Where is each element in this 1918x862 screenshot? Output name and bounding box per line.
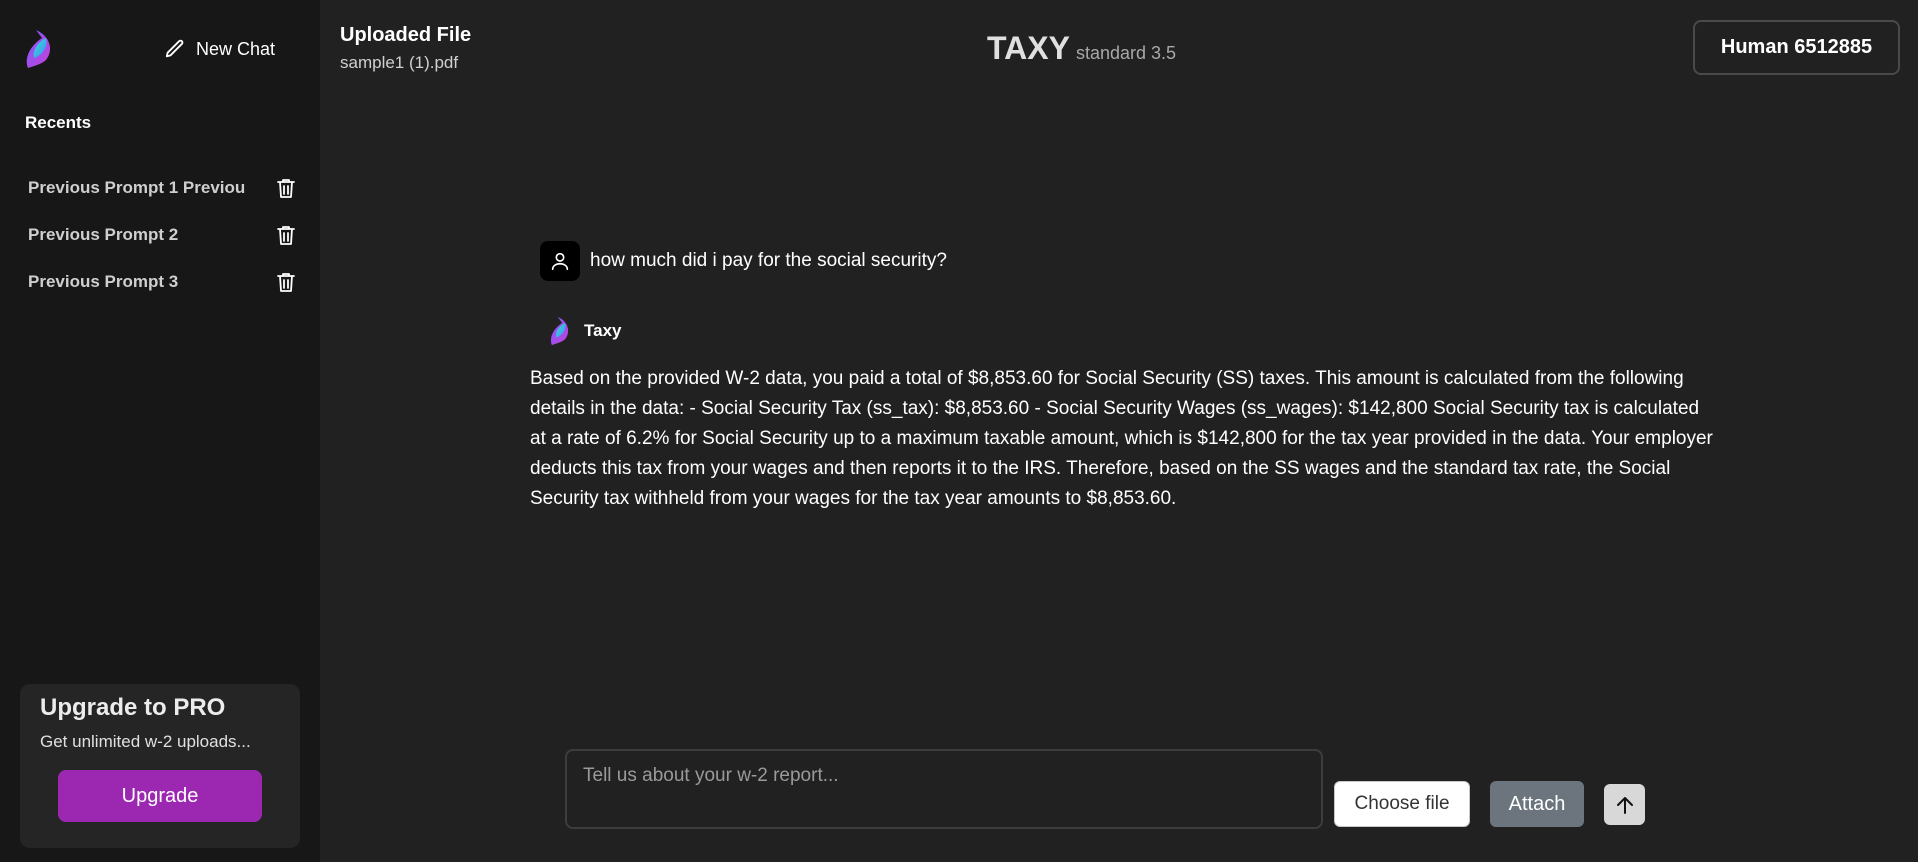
pencil-icon — [165, 39, 184, 58]
user-message: how much did i pay for the social securi… — [540, 241, 947, 281]
new-chat-button[interactable]: New Chat — [164, 34, 275, 64]
recent-item[interactable]: Previous Prompt 2 — [28, 211, 298, 258]
brand-title: TAXY standard 3.5 — [987, 30, 1176, 67]
taxy-logo[interactable] — [20, 28, 58, 70]
app-root: New Chat Recents Previous Prompt 1 Previ… — [0, 0, 1918, 862]
recents-heading: Recents — [25, 113, 92, 132]
prompt-input[interactable] — [565, 749, 1323, 829]
upgrade-button[interactable]: Upgrade — [58, 770, 262, 822]
upgrade-card: Upgrade to PRO Get unlimited w-2 uploads… — [20, 684, 300, 848]
send-button[interactable] — [1604, 784, 1645, 825]
trash-icon[interactable] — [274, 176, 298, 200]
recent-item-label: Previous Prompt 3 — [28, 271, 179, 291]
recent-item[interactable]: Previous Prompt 1 Previous Prompt 1 — [28, 164, 298, 211]
arrow-up-icon — [1616, 796, 1633, 814]
user-message-text: how much did i pay for the social securi… — [590, 250, 947, 271]
sidebar: New Chat Recents Previous Prompt 1 Previ… — [0, 0, 320, 862]
assistant-header: Taxy — [546, 314, 622, 348]
uploaded-file-title: Uploaded File — [340, 24, 472, 46]
recent-item-label: Previous Prompt 2 — [28, 224, 179, 244]
upgrade-title: Upgrade to PRO — [40, 694, 226, 721]
model-version: standard 3.5 — [1075, 43, 1177, 63]
recent-item[interactable]: Previous Prompt 3 — [28, 258, 298, 305]
assistant-name: Taxy — [584, 321, 622, 340]
attach-button[interactable]: Attach — [1490, 781, 1584, 827]
user-avatar — [540, 241, 580, 281]
trash-icon[interactable] — [274, 223, 298, 247]
new-chat-label: New Chat — [196, 38, 276, 59]
recent-list: Previous Prompt 1 Previous Prompt 1 Prev… — [28, 164, 298, 305]
brand-name: TAXY — [987, 30, 1070, 66]
taxy-logo — [550, 317, 569, 345]
user-account-button[interactable]: Human 6512885 — [1693, 20, 1900, 75]
uploaded-filename: sample1 (1).pdf — [340, 53, 459, 72]
recent-item-label: Previous Prompt 1 Previous Prompt 1 — [28, 177, 246, 197]
assistant-response: Based on the provided W-2 data, you paid… — [530, 368, 1713, 509]
user-icon — [551, 252, 569, 271]
trash-icon[interactable] — [274, 270, 298, 294]
upgrade-subtitle: Get unlimited w-2 uploads... — [40, 732, 251, 751]
choose-file-button[interactable]: Choose file — [1334, 781, 1470, 827]
